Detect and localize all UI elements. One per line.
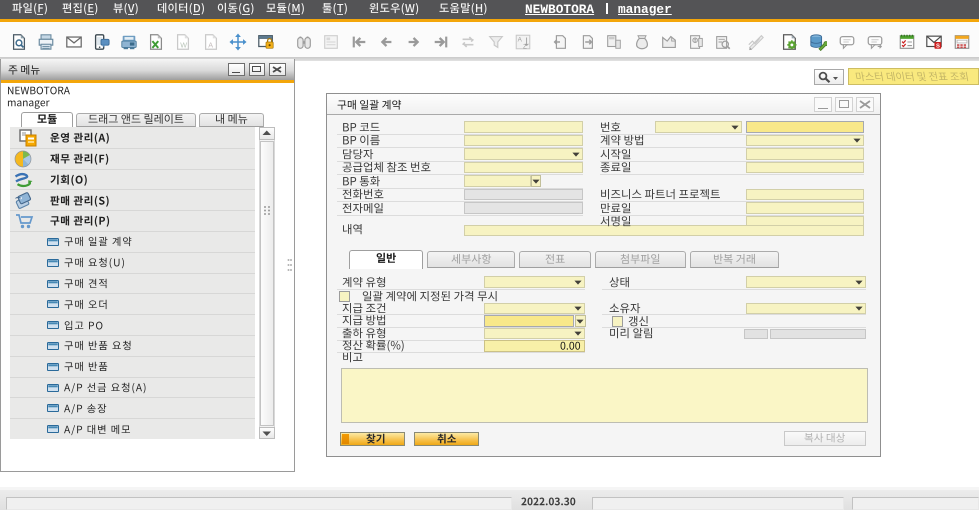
svg-text:S: S xyxy=(936,44,940,50)
svg-text:A: A xyxy=(208,40,213,49)
svg-text:W: W xyxy=(181,40,188,49)
